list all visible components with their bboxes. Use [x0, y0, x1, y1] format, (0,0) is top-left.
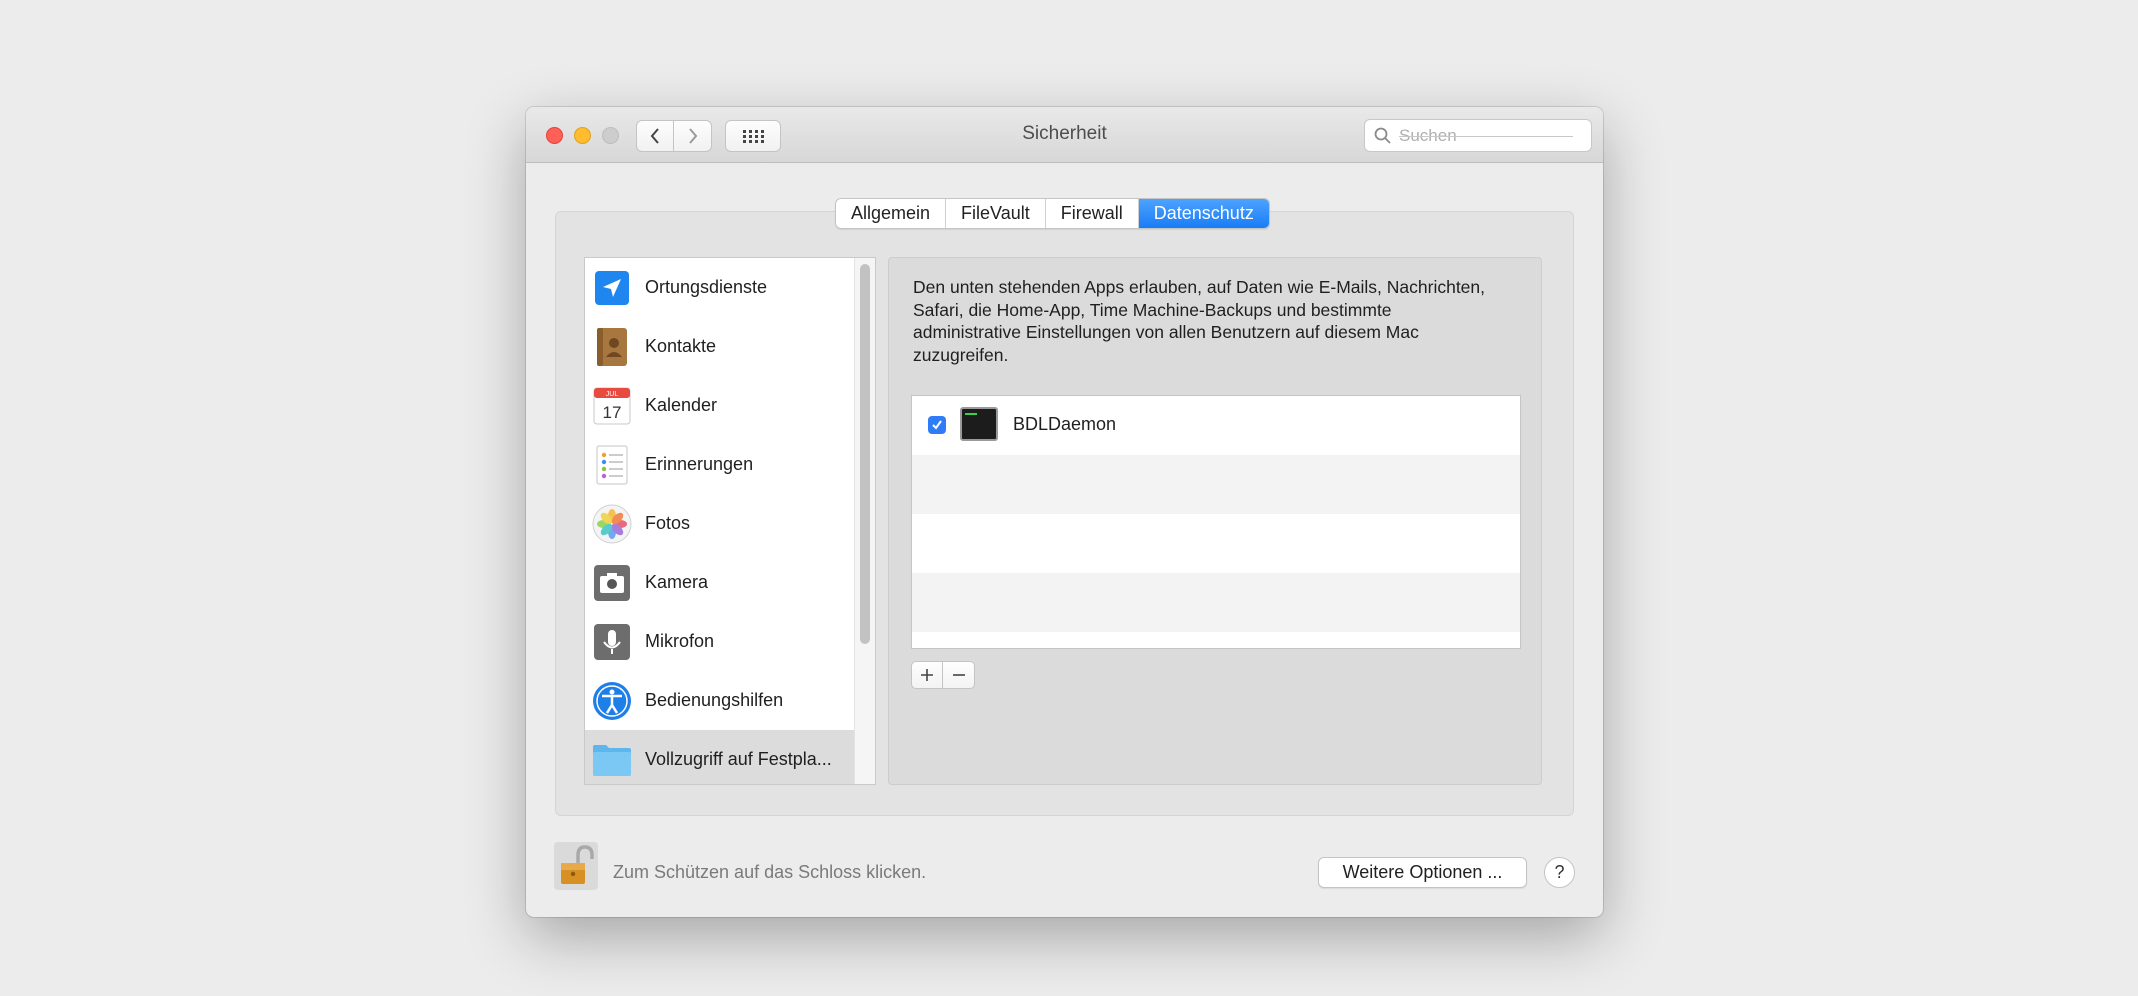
- search-underline: [1399, 136, 1573, 137]
- tab-bar: Allgemein FileVault Firewall Datenschutz: [835, 198, 1270, 229]
- reminders-icon: [592, 445, 632, 485]
- sidebar-item-label: Vollzugriff auf Festpla...: [645, 749, 832, 769]
- minus-icon: [952, 674, 965, 676]
- detail-pane: Den unten stehenden Apps erlauben, auf D…: [888, 257, 1542, 785]
- sidebar-item-label: Mikrofon: [645, 631, 715, 651]
- sidebar-item-label: Fotos: [645, 513, 691, 533]
- accessibility-icon: [592, 681, 632, 721]
- lock-button[interactable]: [554, 842, 598, 890]
- camera-icon: [592, 563, 632, 603]
- app-access-checkbox[interactable]: [928, 416, 946, 434]
- microphone-icon: [592, 622, 632, 662]
- scrollbar-thumb[interactable]: [860, 264, 870, 644]
- calendar-month: JUL: [606, 391, 619, 398]
- permission-description: Den unten stehenden Apps erlauben, auf D…: [913, 277, 1486, 365]
- add-app-button[interactable]: [911, 661, 943, 689]
- location-arrow-icon: [592, 268, 632, 308]
- sidebar-item-kalender[interactable]: JUL 17 Kalender: [585, 376, 855, 435]
- more-options-button[interactable]: Weitere Optionen ...: [1318, 857, 1527, 888]
- sidebar-item-erinnerungen[interactable]: Erinnerungen: [585, 435, 855, 494]
- calendar-icon: JUL 17: [592, 386, 632, 426]
- sidebar-item-label: Kontakte: [645, 336, 717, 356]
- sidebar-item-mikrofon[interactable]: Mikrofon: [585, 612, 855, 671]
- lock-hint-text: Zum Schützen auf das Schloss klicken.: [613, 862, 927, 882]
- app-name: BDLDaemon: [1013, 414, 1117, 434]
- folder-icon: [592, 740, 632, 780]
- sidebar-scrollbar[interactable]: [854, 258, 875, 784]
- contacts-book-icon: [592, 327, 632, 367]
- sidebar-item-label: Kamera: [645, 572, 709, 592]
- unlocked-padlock-icon: [561, 845, 594, 884]
- privacy-category-list: Ortungsdienste Kontakte JUL 17 Kalender E…: [584, 257, 876, 785]
- terminal-icon: [960, 407, 998, 441]
- tab-filevault[interactable]: FileVault: [946, 199, 1046, 228]
- search-field[interactable]: Suchen: [1364, 119, 1592, 152]
- help-button[interactable]: ?: [1544, 857, 1575, 888]
- app-list: BDLDaemon: [911, 395, 1521, 649]
- sidebar-item-bedienungshilfen[interactable]: Bedienungshilfen: [585, 671, 855, 730]
- tab-firewall[interactable]: Firewall: [1046, 199, 1139, 228]
- sidebar-item-kontakte[interactable]: Kontakte: [585, 317, 855, 376]
- calendar-day: 17: [603, 403, 622, 422]
- list-item[interactable]: BDLDaemon: [912, 396, 1520, 455]
- sidebar-item-fotos[interactable]: Fotos: [585, 494, 855, 553]
- remove-app-button[interactable]: [943, 661, 975, 689]
- sidebar-item-vollzugriff[interactable]: Vollzugriff auf Festpla...: [585, 730, 855, 784]
- sidebar-item-label: Kalender: [645, 395, 718, 415]
- photos-icon: [592, 504, 632, 544]
- tab-datenschutz[interactable]: Datenschutz: [1138, 199, 1269, 228]
- empty-row: [912, 514, 1520, 573]
- sidebar-item-label: Bedienungshilfen: [645, 690, 784, 710]
- tab-allgemein[interactable]: Allgemein: [836, 199, 947, 228]
- sidebar-item-label: Ortungsdienste: [645, 277, 768, 297]
- empty-row: [912, 455, 1520, 514]
- title-bar: Sicherheit Suchen: [526, 107, 1603, 163]
- plus-icon: [921, 669, 933, 681]
- checkmark-icon: [932, 420, 942, 430]
- empty-row: [912, 573, 1520, 632]
- search-icon: [1374, 127, 1391, 144]
- sidebar-item-label: Erinnerungen: [645, 454, 754, 474]
- sidebar-item-ortungsdienste[interactable]: Ortungsdienste: [585, 258, 855, 317]
- sidebar-item-kamera[interactable]: Kamera: [585, 553, 855, 612]
- add-remove-control: [911, 661, 975, 689]
- preferences-window: Sicherheit Suchen Allgemein FileVault Fi…: [526, 107, 1603, 917]
